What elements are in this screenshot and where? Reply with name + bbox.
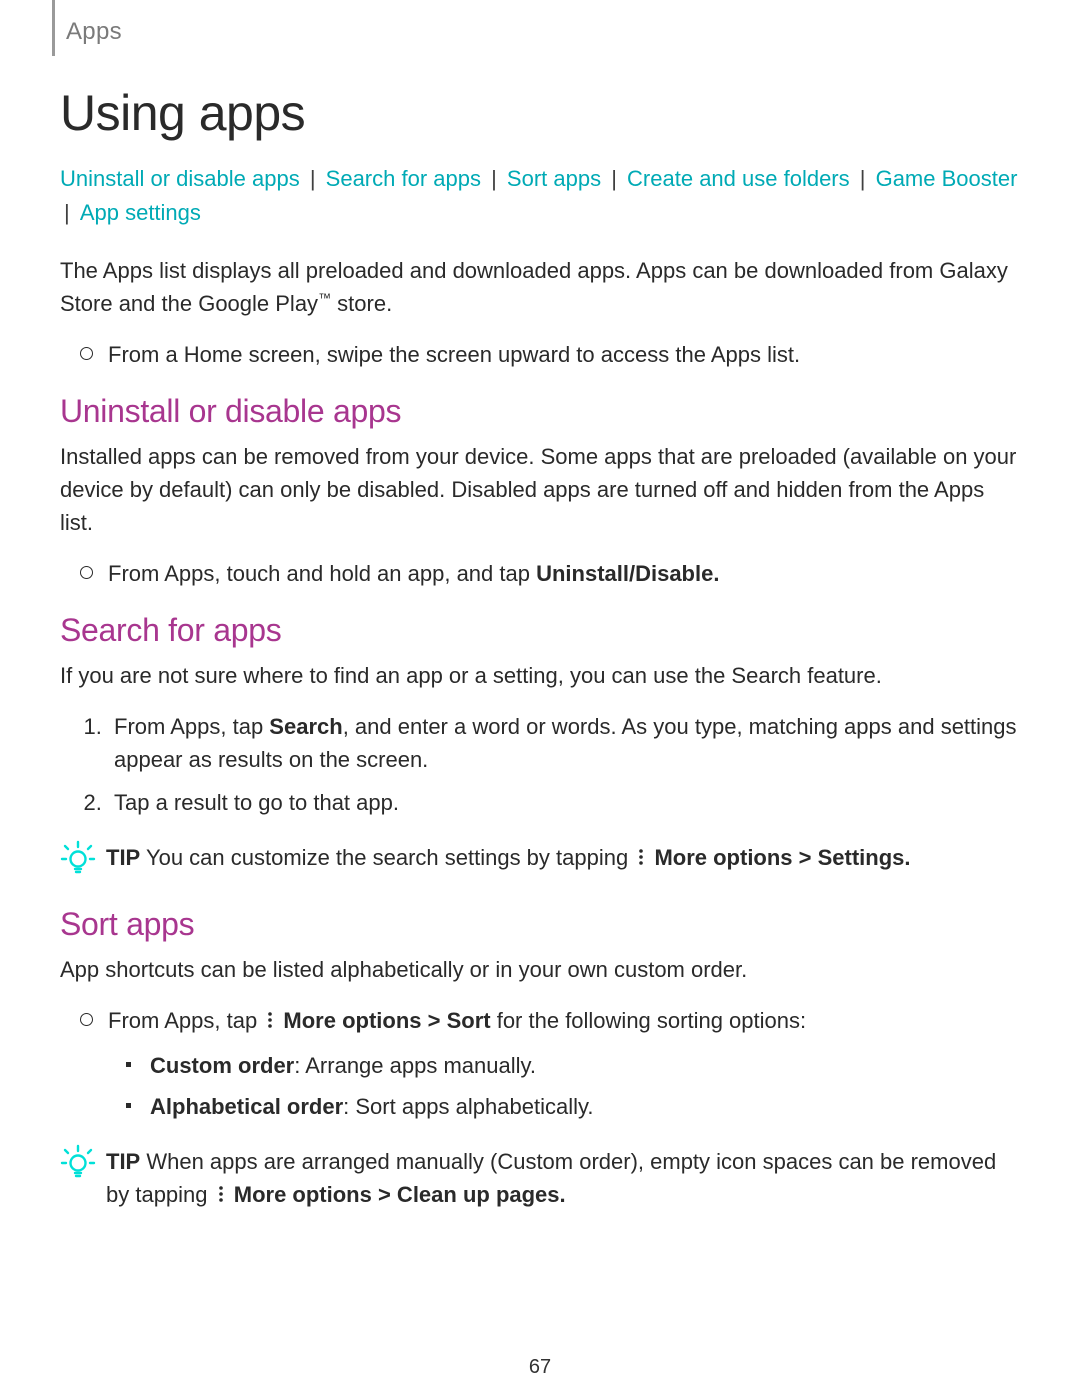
list-item: From a Home screen, swipe the screen upw… bbox=[108, 338, 1020, 371]
tip-text: TIP When apps are arranged manually (Cus… bbox=[106, 1145, 1020, 1213]
toc-link-uninstall[interactable]: Uninstall or disable apps bbox=[60, 166, 300, 191]
tip-body: You can customize the search settings by… bbox=[140, 845, 634, 870]
search-paragraph: If you are not sure where to find an app… bbox=[60, 659, 1020, 692]
tip-bold: More options > Settings. bbox=[648, 845, 910, 870]
option-text: : Sort apps alphabetically. bbox=[343, 1094, 593, 1119]
lightbulb-icon bbox=[60, 1143, 96, 1188]
intro-paragraph: The Apps list displays all preloaded and… bbox=[60, 254, 1020, 320]
tip-search: TIP You can customize the search setting… bbox=[60, 841, 1020, 884]
toc-sep: | bbox=[481, 166, 507, 191]
heading-sort: Sort apps bbox=[60, 906, 1020, 943]
uninstall-steps: From Apps, touch and hold an app, and ta… bbox=[60, 557, 1020, 590]
more-options-icon bbox=[265, 1006, 275, 1039]
step-text: From Apps, tap bbox=[114, 714, 269, 739]
more-options-icon bbox=[216, 1180, 226, 1213]
breadcrumb: Apps bbox=[66, 18, 1020, 46]
toc-sep: | bbox=[850, 166, 876, 191]
toc-links: Uninstall or disable apps | Search for a… bbox=[60, 162, 1020, 230]
step-text: From Apps, tap bbox=[108, 1008, 263, 1033]
uninstall-paragraph: Installed apps can be removed from your … bbox=[60, 440, 1020, 539]
tip-sort: TIP When apps are arranged manually (Cus… bbox=[60, 1145, 1020, 1213]
option-bold: Alphabetical order bbox=[150, 1094, 343, 1119]
more-options-icon bbox=[636, 843, 646, 876]
list-item: Alphabetical order: Sort apps alphabetic… bbox=[150, 1090, 1020, 1123]
tip-label: TIP bbox=[106, 845, 140, 870]
toc-link-sort[interactable]: Sort apps bbox=[507, 166, 601, 191]
trademark: ™ bbox=[318, 291, 331, 306]
search-steps: From Apps, tap Search, and enter a word … bbox=[60, 710, 1020, 819]
toc-link-game-booster[interactable]: Game Booster bbox=[876, 166, 1018, 191]
heading-search: Search for apps bbox=[60, 612, 1020, 649]
toc-sep: | bbox=[60, 200, 80, 225]
option-text: : Arrange apps manually. bbox=[294, 1053, 536, 1078]
tip-label: TIP bbox=[106, 1149, 140, 1174]
page-title: Using apps bbox=[60, 84, 1020, 142]
toc-link-folders[interactable]: Create and use folders bbox=[627, 166, 850, 191]
sort-options: Custom order: Arrange apps manually. Alp… bbox=[60, 1049, 1020, 1123]
list-item: Custom order: Arrange apps manually. bbox=[150, 1049, 1020, 1082]
intro-step-list: From a Home screen, swipe the screen upw… bbox=[60, 338, 1020, 371]
lightbulb-icon bbox=[60, 839, 96, 884]
step-bold: Uninstall/Disable. bbox=[536, 561, 719, 586]
page: Apps Using apps Uninstall or disable app… bbox=[0, 0, 1080, 1397]
toc-link-search[interactable]: Search for apps bbox=[326, 166, 481, 191]
list-item: Tap a result to go to that app. bbox=[108, 786, 1020, 819]
page-number: 67 bbox=[0, 1356, 1080, 1379]
step-text: for the following sorting options: bbox=[491, 1008, 807, 1033]
option-bold: Custom order bbox=[150, 1053, 294, 1078]
toc-sep: | bbox=[601, 166, 627, 191]
header-accent-line bbox=[52, 0, 55, 56]
tip-text: TIP You can customize the search setting… bbox=[106, 841, 1020, 876]
list-item: From Apps, tap More options > Sort for t… bbox=[108, 1004, 1020, 1039]
tip-bold: More options > Clean up pages. bbox=[228, 1182, 566, 1207]
intro-text-post: store. bbox=[331, 291, 392, 316]
step-text: From Apps, touch and hold an app, and ta… bbox=[108, 561, 536, 586]
sort-steps: From Apps, tap More options > Sort for t… bbox=[60, 1004, 1020, 1039]
toc-sep: | bbox=[300, 166, 326, 191]
step-bold: More options > Sort bbox=[277, 1008, 490, 1033]
heading-uninstall: Uninstall or disable apps bbox=[60, 393, 1020, 430]
sort-paragraph: App shortcuts can be listed alphabetical… bbox=[60, 953, 1020, 986]
toc-link-app-settings[interactable]: App settings bbox=[80, 200, 201, 225]
intro-text-pre: The Apps list displays all preloaded and… bbox=[60, 258, 1008, 316]
list-item: From Apps, touch and hold an app, and ta… bbox=[108, 557, 1020, 590]
step-bold: Search bbox=[269, 714, 342, 739]
list-item: From Apps, tap Search, and enter a word … bbox=[108, 710, 1020, 776]
